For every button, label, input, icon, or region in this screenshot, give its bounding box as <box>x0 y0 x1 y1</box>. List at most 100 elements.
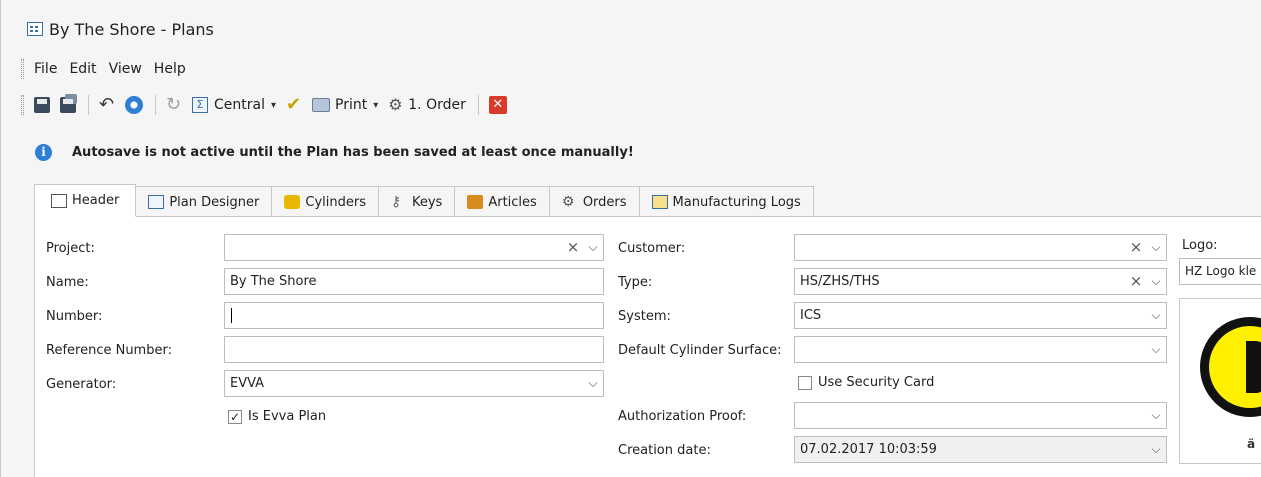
tab-label: Plan Designer <box>169 194 260 210</box>
tab-label: Cylinders <box>305 194 366 210</box>
title-bar: By The Shore - Plans <box>1 0 1261 50</box>
logo-label: Logo: <box>1182 238 1218 253</box>
use-security-card-label: Use Security Card <box>818 375 935 390</box>
toolbar-separator <box>477 95 479 115</box>
project-combo[interactable]: × ⌵ <box>224 234 604 261</box>
tab-plan-designer[interactable]: Plan Designer <box>135 186 273 217</box>
info-icon: i <box>35 144 52 161</box>
toolbar-separator <box>155 95 156 115</box>
number-field[interactable] <box>224 302 604 329</box>
menu-view[interactable]: View <box>109 61 142 77</box>
menu-edit[interactable]: Edit <box>69 61 96 77</box>
tab-keys[interactable]: ⚷ Keys <box>377 186 456 217</box>
checkbox-box[interactable] <box>798 375 812 390</box>
print-label: Print <box>335 97 368 113</box>
window-title: By The Shore - Plans <box>49 20 214 39</box>
tab-header[interactable]: Header <box>34 184 137 217</box>
menu-file[interactable]: File <box>34 61 57 77</box>
tab-strip: Header Plan Designer Cylinders ⚷ Keys Ar… <box>34 184 814 217</box>
generator-combo[interactable]: EVVA ⌵ <box>224 370 604 397</box>
reference-number-field[interactable] <box>224 336 604 363</box>
refresh-button[interactable]: ↻ <box>166 94 182 115</box>
tab-orders[interactable]: ⚙ Orders <box>548 186 640 217</box>
menu-bar: File Edit View Help <box>21 58 198 80</box>
log-icon <box>651 195 668 209</box>
name-label: Name: <box>46 275 89 290</box>
authorization-proof-combo[interactable]: ⌵ <box>794 402 1167 429</box>
creation-date-label: Creation date: <box>618 443 711 458</box>
chevron-down-icon[interactable]: ⌵ <box>583 371 603 396</box>
tab-label: Orders <box>582 194 627 210</box>
customer-combo[interactable]: × ⌵ <box>794 234 1167 261</box>
revert-icon <box>125 96 143 114</box>
print-button[interactable]: Print ▾ <box>312 97 378 113</box>
check-icon: ✔ <box>286 94 302 115</box>
menu-help[interactable]: Help <box>154 61 186 77</box>
authorization-proof-label: Authorization Proof: <box>618 409 747 424</box>
close-button[interactable]: ✕ <box>488 96 507 114</box>
central-label: Central <box>214 97 265 113</box>
type-label: Type: <box>618 275 653 290</box>
revert-button[interactable] <box>125 96 143 114</box>
default-cylinder-surface-combo[interactable]: ⌵ <box>794 336 1167 363</box>
info-bar: i Autosave is not active until the Plan … <box>35 144 634 161</box>
chevron-down-icon[interactable]: ⌵ <box>1146 437 1166 462</box>
name-field[interactable]: By The Shore <box>224 268 604 295</box>
undo-icon: ↶ <box>99 94 115 115</box>
edit-icon <box>51 193 67 208</box>
tab-manufacturing-logs[interactable]: Manufacturing Logs <box>638 186 814 217</box>
order-button[interactable]: ⚙ 1. Order <box>388 95 466 114</box>
grid-icon <box>27 22 43 36</box>
default-cylinder-surface-label: Default Cylinder Surface: <box>618 343 782 358</box>
toolbar-separator <box>88 95 89 115</box>
plans-window: By The Shore - Plans File Edit View Help… <box>0 0 1261 477</box>
save-icon <box>34 97 50 113</box>
tab-articles[interactable]: Articles <box>454 186 550 217</box>
toolbar: ↶ ↻ Σ Central ▾ ✔ Print ▾ ⚙ 1. Order ✕ <box>21 92 517 118</box>
chevron-down-icon[interactable]: ⌵ <box>583 235 603 260</box>
chevron-down-icon[interactable]: ⌵ <box>1146 303 1166 328</box>
logo-combo[interactable]: HZ Logo kle <box>1179 258 1261 285</box>
order-label: 1. Order <box>408 97 466 113</box>
menu-grip[interactable] <box>21 59 24 79</box>
autosave-message: Autosave is not active until the Plan ha… <box>72 145 634 160</box>
refresh-icon: ↻ <box>166 94 182 115</box>
central-button[interactable]: Σ Central ▾ <box>192 97 276 113</box>
is-evva-plan-checkbox[interactable]: ✓ Is Evva Plan <box>228 409 326 424</box>
save-all-button[interactable] <box>60 94 77 113</box>
creation-date-value: 07.02.2017 10:03:59 <box>800 442 937 457</box>
use-security-card-checkbox[interactable]: Use Security Card <box>798 375 934 390</box>
logo-mark: ä <box>1247 437 1256 451</box>
system-value: ICS <box>800 308 822 323</box>
system-combo[interactable]: ICS ⌵ <box>794 302 1167 329</box>
chevron-down-icon[interactable]: ⌵ <box>1146 269 1166 294</box>
tab-cylinders[interactable]: Cylinders <box>271 186 379 217</box>
number-label: Number: <box>46 309 103 324</box>
tab-label: Manufacturing Logs <box>672 194 801 210</box>
order-icon: ⚙ <box>388 95 403 114</box>
clear-icon[interactable]: × <box>1126 269 1146 294</box>
is-evva-plan-label: Is Evva Plan <box>248 409 327 424</box>
sigma-icon: Σ <box>192 97 208 113</box>
order-icon: ⚙ <box>561 194 575 210</box>
check-button[interactable]: ✔ <box>286 94 302 115</box>
undo-button[interactable]: ↶ <box>99 94 115 115</box>
clear-icon[interactable]: × <box>1126 235 1146 260</box>
toolbar-grip[interactable] <box>21 95 24 115</box>
creation-date-field[interactable]: 07.02.2017 10:03:59 ⌵ <box>794 436 1167 463</box>
save-button[interactable] <box>34 97 50 113</box>
tab-label: Articles <box>488 194 537 210</box>
chevron-down-icon[interactable]: ⌵ <box>1146 235 1166 260</box>
key-icon: ⚷ <box>390 194 402 210</box>
type-combo[interactable]: HS/ZHS/THS × ⌵ <box>794 268 1167 295</box>
tab-label: Header <box>72 193 120 208</box>
clear-icon[interactable]: × <box>563 235 583 260</box>
checkbox-box[interactable]: ✓ <box>228 409 242 424</box>
logo-image-detail <box>1246 341 1261 393</box>
chevron-down-icon[interactable]: ⌵ <box>1146 337 1166 362</box>
box-icon <box>467 195 484 209</box>
chevron-down-icon[interactable]: ⌵ <box>1146 403 1166 428</box>
lock-icon <box>284 195 301 209</box>
type-value: HS/ZHS/THS <box>800 274 880 289</box>
text-cursor <box>231 308 232 323</box>
